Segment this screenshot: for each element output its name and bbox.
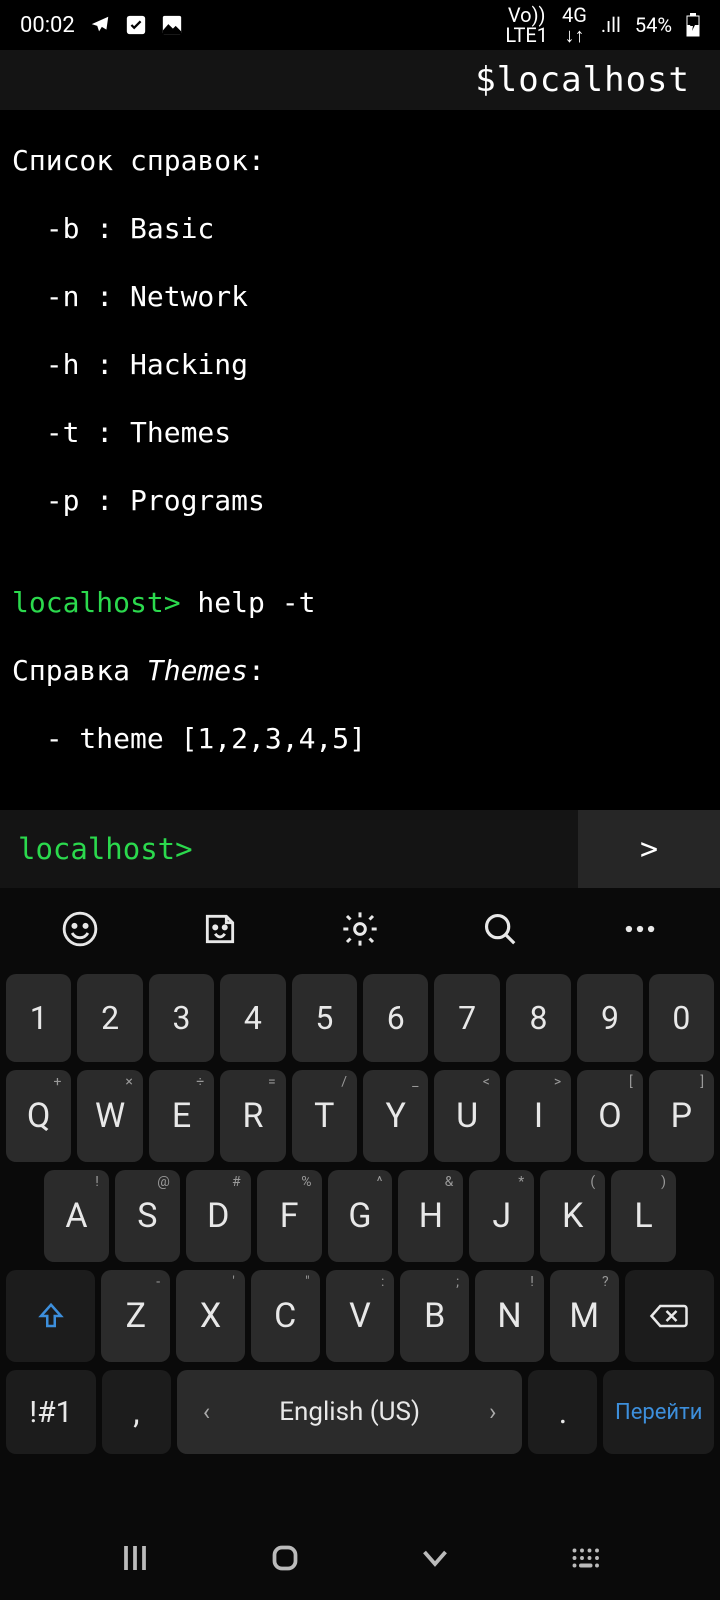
telegram-icon [89,14,111,36]
terminal-line: -p : Programs [12,484,708,518]
search-icon[interactable] [470,899,530,959]
key-5[interactable]: 5 [292,974,357,1062]
key-q[interactable]: +Q [6,1070,71,1162]
keyboard-row-bottom: !#1 , ‹ English (US) › . Перейти [6,1370,714,1454]
key-c[interactable]: "C [251,1270,320,1362]
space-lang: English (US) [279,1397,420,1427]
key-e[interactable]: ÷E [149,1070,214,1162]
key-2[interactable]: 2 [77,974,142,1062]
key-p[interactable]: ]P [649,1070,714,1162]
image-icon [161,14,183,36]
prompt-cmd: help -t [181,586,316,619]
terminal-line: localhost> help -t [12,586,708,620]
key-j[interactable]: *J [469,1170,534,1262]
data-4g-icon: 4G↓↑ [562,5,587,45]
app-title-bar: $localhost [0,50,720,110]
more-icon[interactable] [610,899,670,959]
keyboard-row-qwerty: +Q ×W ÷E =R /T _Y <U >I [O ]P [6,1070,714,1162]
checkbox-icon [125,14,147,36]
terminal-line: -b : Basic [12,212,708,246]
key-x[interactable]: 'X [176,1270,245,1362]
key-9[interactable]: 9 [577,974,642,1062]
next-lang-icon: › [489,1398,496,1426]
status-time: 00:02 [20,13,75,38]
key-u[interactable]: <U [434,1070,499,1162]
battery-text: 54% [635,13,672,37]
key-7[interactable]: 7 [434,974,499,1062]
key-i[interactable]: >I [506,1070,571,1162]
key-f[interactable]: %F [257,1170,322,1262]
key-l[interactable]: )L [611,1170,676,1262]
command-input[interactable]: localhost> [0,832,578,866]
nav-recent-icon[interactable] [117,1540,153,1576]
emoji-icon[interactable] [50,899,110,959]
key-s[interactable]: @S [115,1170,180,1262]
key-z[interactable]: -Z [101,1270,170,1362]
key-h[interactable]: &H [398,1170,463,1262]
key-o[interactable]: [O [577,1070,642,1162]
keyboard-toolbar [0,888,720,970]
status-bar: 00:02 Vo))LTE1 4G↓↑ .ıll 54% [0,0,720,50]
gear-icon[interactable] [330,899,390,959]
key-comma[interactable]: , [102,1370,171,1454]
volte-icon: Vo))LTE1 [505,5,548,45]
signal-icon: .ıll [601,13,621,37]
nav-back-icon[interactable] [417,1540,453,1576]
terminal-line: -n : Network [12,280,708,314]
key-1[interactable]: 1 [6,974,71,1062]
key-period[interactable]: . [528,1370,597,1454]
prev-lang-icon: ‹ [203,1398,210,1426]
nav-keyboard-icon[interactable] [567,1540,603,1576]
terminal-line: -h : Hacking [12,348,708,382]
app-title: $localhost [475,60,690,100]
prompt-host: localhost> [12,586,181,619]
key-enter[interactable]: Перейти [603,1370,714,1454]
key-w[interactable]: ×W [77,1070,142,1162]
key-shift[interactable] [6,1270,95,1362]
key-0[interactable]: 0 [649,974,714,1062]
key-t[interactable]: /T [292,1070,357,1162]
key-space[interactable]: ‹ English (US) › [177,1370,522,1454]
nav-home-icon[interactable] [267,1540,303,1576]
key-4[interactable]: 4 [220,974,285,1062]
key-m[interactable]: ?M [550,1270,619,1362]
key-d[interactable]: #D [186,1170,251,1262]
key-symbols[interactable]: !#1 [6,1370,96,1454]
battery-icon [686,13,700,37]
terminal-line: Список справок: [12,144,708,178]
key-backspace[interactable] [625,1270,714,1362]
key-3[interactable]: 3 [149,974,214,1062]
key-b[interactable]: ;B [400,1270,469,1362]
soft-keyboard: 1 2 3 4 5 6 7 8 9 0 +Q ×W ÷E =R /T _Y <U… [0,888,720,1600]
sticker-icon[interactable] [190,899,250,959]
key-k[interactable]: (K [540,1170,605,1262]
key-8[interactable]: 8 [506,974,571,1062]
key-a[interactable]: !A [44,1170,109,1262]
send-button[interactable]: > [578,810,720,888]
key-g[interactable]: ^G [328,1170,393,1262]
terminal-line: - theme [1,2,3,4,5] [12,722,708,756]
key-y[interactable]: _Y [363,1070,428,1162]
key-v[interactable]: :V [326,1270,395,1362]
keyboard-row-asdf: !A @S #D %F ^G &H *J (K )L [6,1170,714,1262]
keyboard-row-numbers: 1 2 3 4 5 6 7 8 9 0 [6,974,714,1062]
key-6[interactable]: 6 [363,974,428,1062]
terminal-output[interactable]: Список справок: -b : Basic -n : Network … [0,110,720,810]
key-r[interactable]: =R [220,1070,285,1162]
terminal-line: Справка Themes: [12,654,708,688]
navigation-bar [0,1528,720,1588]
keyboard-row-zxcv: -Z 'X "C :V ;B !N ?M [6,1270,714,1362]
terminal-line: -t : Themes [12,416,708,450]
command-input-row: localhost> > [0,810,720,888]
key-n[interactable]: !N [475,1270,544,1362]
